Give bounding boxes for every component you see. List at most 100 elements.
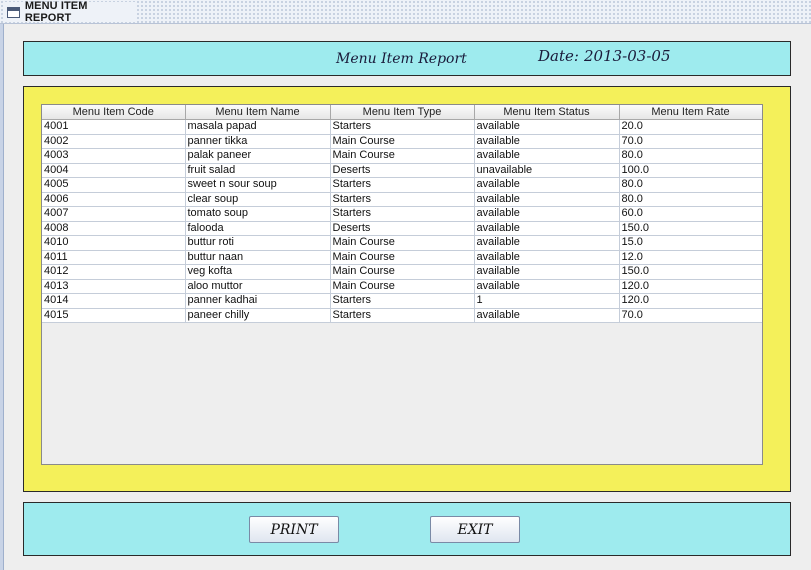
cell-rate[interactable]: 15.0: [618, 235, 762, 251]
table-row[interactable]: 4014 panner kadhai Starters 1 120.0: [42, 293, 762, 309]
table-panel: Menu Item Code Menu Item Name Menu Item …: [23, 86, 791, 492]
table-row[interactable]: 4015 paneer chilly Starters available 70.0: [42, 307, 762, 323]
cell-name[interactable]: buttur roti: [184, 235, 331, 251]
button-panel: PRINT EXIT: [23, 502, 791, 556]
table-row[interactable]: 4005 sweet n sour soup Starters available 80…: [42, 177, 762, 193]
cell-status[interactable]: available: [473, 264, 620, 280]
cell-status[interactable]: unavailable: [473, 162, 620, 178]
date-value: 2013-03-05: [584, 47, 671, 65]
cell-name[interactable]: paneer chilly: [184, 307, 331, 323]
cell-status[interactable]: available: [473, 278, 620, 294]
cell-name[interactable]: buttur naan: [184, 249, 331, 265]
cell-type[interactable]: Starters: [329, 293, 475, 309]
cell-code[interactable]: 4015: [42, 307, 186, 323]
table-row[interactable]: 4006 clear soup Starters available 80.0: [42, 191, 762, 207]
cell-name[interactable]: tomato soup: [184, 206, 331, 222]
cell-type[interactable]: Main Course: [329, 235, 475, 251]
column-header-rate[interactable]: Menu Item Rate: [618, 105, 762, 120]
cell-status[interactable]: available: [473, 177, 620, 193]
cell-code[interactable]: 4013: [42, 278, 186, 294]
cell-type[interactable]: Main Course: [329, 133, 475, 149]
window-title-group: MENU ITEM REPORT: [4, 0, 136, 24]
cell-code[interactable]: 4006: [42, 191, 186, 207]
cell-type[interactable]: Starters: [329, 307, 475, 323]
table-row[interactable]: 4001 masala papad Starters available 20.0: [42, 119, 762, 135]
cell-type[interactable]: Main Course: [329, 264, 475, 280]
cell-type[interactable]: Main Course: [329, 278, 475, 294]
cell-status[interactable]: available: [473, 133, 620, 149]
cell-rate[interactable]: 150.0: [618, 220, 762, 236]
cell-rate[interactable]: 12.0: [618, 249, 762, 265]
print-button[interactable]: PRINT: [249, 516, 339, 543]
cell-name[interactable]: veg kofta: [184, 264, 331, 280]
cell-status[interactable]: 1: [473, 293, 620, 309]
exit-button[interactable]: EXIT: [430, 516, 520, 543]
cell-rate[interactable]: 70.0: [618, 307, 762, 323]
cell-type[interactable]: Starters: [329, 191, 475, 207]
cell-code[interactable]: 4008: [42, 220, 186, 236]
cell-code[interactable]: 4005: [42, 177, 186, 193]
cell-name[interactable]: falooda: [184, 220, 331, 236]
table-body: 4001 masala papad Starters available 20.0 400…: [42, 119, 762, 323]
cell-rate[interactable]: 150.0: [618, 264, 762, 280]
cell-status[interactable]: available: [473, 148, 620, 164]
cell-code[interactable]: 4002: [42, 133, 186, 149]
column-header-name[interactable]: Menu Item Name: [184, 105, 331, 120]
cell-type[interactable]: Starters: [329, 177, 475, 193]
cell-code[interactable]: 4014: [42, 293, 186, 309]
table-row[interactable]: 4007 tomato soup Starters available 60.0: [42, 206, 762, 222]
cell-name[interactable]: panner tikka: [184, 133, 331, 149]
cell-status[interactable]: available: [473, 235, 620, 251]
cell-rate[interactable]: 80.0: [618, 191, 762, 207]
column-header-status[interactable]: Menu Item Status: [473, 105, 620, 120]
cell-status[interactable]: available: [473, 206, 620, 222]
cell-rate[interactable]: 120.0: [618, 293, 762, 309]
cell-type[interactable]: Main Course: [329, 249, 475, 265]
cell-rate[interactable]: 120.0: [618, 278, 762, 294]
cell-name[interactable]: palak paneer: [184, 148, 331, 164]
cell-code[interactable]: 4011: [42, 249, 186, 265]
cell-type[interactable]: Deserts: [329, 220, 475, 236]
cell-code[interactable]: 4010: [42, 235, 186, 251]
table-row[interactable]: 4003 palak paneer Main Course available 80.0: [42, 148, 762, 164]
cell-status[interactable]: available: [473, 191, 620, 207]
cell-code[interactable]: 4012: [42, 264, 186, 280]
cell-rate[interactable]: 80.0: [618, 148, 762, 164]
cell-type[interactable]: Main Course: [329, 148, 475, 164]
cell-status[interactable]: available: [473, 249, 620, 265]
cell-code[interactable]: 4003: [42, 148, 186, 164]
cell-type[interactable]: Deserts: [329, 162, 475, 178]
column-header-type[interactable]: Menu Item Type: [329, 105, 475, 120]
cell-code[interactable]: 4007: [42, 206, 186, 222]
window-title-bar[interactable]: MENU ITEM REPORT: [0, 0, 811, 24]
table-row[interactable]: 4002 panner tikka Main Course available 70.0: [42, 133, 762, 149]
table-row[interactable]: 4011 buttur naan Main Course available 12.0: [42, 249, 762, 265]
cell-rate[interactable]: 60.0: [618, 206, 762, 222]
cell-rate[interactable]: 20.0: [618, 119, 762, 135]
cell-status[interactable]: available: [473, 220, 620, 236]
column-header-code[interactable]: Menu Item Code: [42, 105, 186, 120]
cell-code[interactable]: 4001: [42, 119, 186, 135]
cell-name[interactable]: aloo muttor: [184, 278, 331, 294]
cell-name[interactable]: masala papad: [184, 119, 331, 135]
table-row[interactable]: 4008 falooda Deserts available 150.0: [42, 220, 762, 236]
cell-type[interactable]: Starters: [329, 206, 475, 222]
cell-rate[interactable]: 70.0: [618, 133, 762, 149]
table-row[interactable]: 4010 buttur roti Main Course available 15.0: [42, 235, 762, 251]
cell-status[interactable]: available: [473, 307, 620, 323]
table-scroll-pane[interactable]: Menu Item Code Menu Item Name Menu Item …: [41, 104, 763, 465]
table-row[interactable]: 4004 fruit salad Deserts unavailable 100.0: [42, 162, 762, 178]
cell-name[interactable]: sweet n sour soup: [184, 177, 331, 193]
cell-rate[interactable]: 100.0: [618, 162, 762, 178]
cell-status[interactable]: available: [473, 119, 620, 135]
cell-code[interactable]: 4004: [42, 162, 186, 178]
window-icon: [7, 6, 20, 18]
table-row[interactable]: 4013 aloo muttor Main Course available 120.0: [42, 278, 762, 294]
cell-name[interactable]: panner kadhai: [184, 293, 331, 309]
cell-type[interactable]: Starters: [329, 119, 475, 135]
cell-rate[interactable]: 80.0: [618, 177, 762, 193]
window-title: MENU ITEM REPORT: [24, 0, 88, 24]
cell-name[interactable]: clear soup: [184, 191, 331, 207]
cell-name[interactable]: fruit salad: [184, 162, 331, 178]
table-row[interactable]: 4012 veg kofta Main Course available 150.0: [42, 264, 762, 280]
